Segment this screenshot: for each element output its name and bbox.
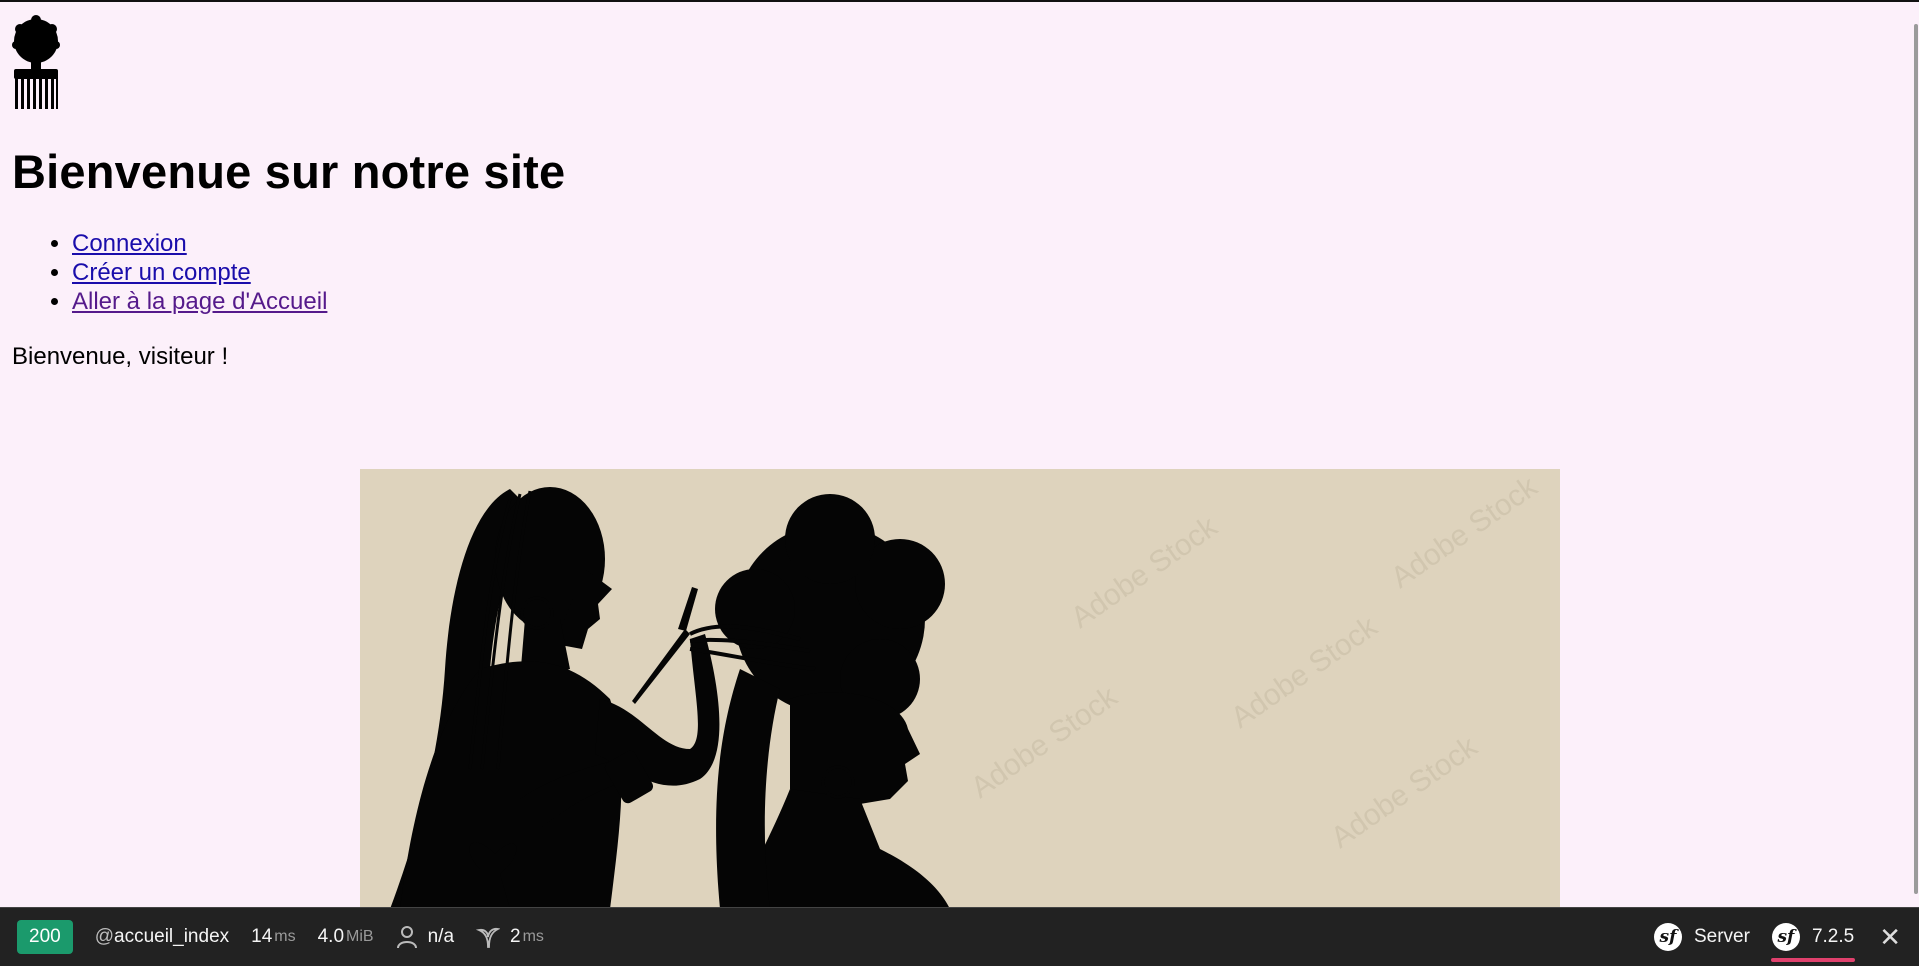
status-item[interactable]: 200	[0, 908, 84, 966]
server-item[interactable]: sf Server	[1643, 908, 1761, 966]
afro-comb-logo	[12, 15, 60, 109]
login-link[interactable]: Connexion	[72, 230, 187, 257]
security-item[interactable]: n/a	[385, 908, 465, 966]
version-value: 7.2.5	[1811, 926, 1855, 947]
svg-text:Adobe Stock: Adobe Stock	[965, 680, 1124, 805]
svg-text:Adobe Stock: Adobe Stock	[1065, 510, 1224, 635]
register-link[interactable]: Créer un compte	[72, 259, 251, 286]
nav-item-register: Créer un compte	[72, 258, 327, 287]
route-name: accueil_index	[114, 926, 230, 947]
time-item[interactable]: 14 ms	[240, 908, 306, 966]
twig-leaf-icon	[476, 927, 501, 948]
svg-text:Adobe Stock: Adobe Stock	[1385, 470, 1544, 595]
user-value: n/a	[427, 926, 455, 947]
nav-item-home: Aller à la page d'Accueil	[72, 287, 327, 316]
server-label: Server	[1693, 926, 1750, 947]
version-indicator	[1770, 958, 1856, 962]
nav-item-connexion: Connexion	[72, 229, 327, 258]
status-badge: 200	[17, 920, 73, 954]
route-prefix: @	[94, 926, 114, 947]
svg-text:Adobe Stock: Adobe Stock	[1325, 730, 1484, 855]
twig-item[interactable]: 2 ms	[465, 908, 555, 966]
user-icon	[396, 926, 417, 949]
scrollbar[interactable]	[1913, 4, 1919, 910]
close-icon[interactable]: ✕	[1865, 922, 1919, 953]
time-value: 14	[251, 926, 273, 947]
memory-unit: MiB	[346, 928, 374, 945]
twig-time-unit: ms	[522, 928, 544, 945]
time-unit: ms	[274, 928, 296, 945]
memory-value: 4.0	[317, 926, 345, 947]
page-title: Bienvenue sur notre site	[12, 145, 566, 198]
nav-list: Connexion Créer un compte Aller à la pag…	[12, 229, 327, 316]
svg-text:Adobe Stock: Adobe Stock	[1225, 610, 1384, 735]
symfony-icon: sf	[1771, 923, 1800, 951]
memory-item[interactable]: 4.0 MiB	[307, 908, 385, 966]
version-item[interactable]: sf 7.2.5	[1761, 908, 1865, 966]
scrollbar-thumb[interactable]	[1914, 24, 1918, 894]
welcome-message: Bienvenue, visiteur !	[12, 343, 229, 370]
debug-toolbar: 200 @ accueil_index 14 ms 4.0 MiB n/a 2 …	[0, 907, 1919, 966]
symfony-icon: sf	[1653, 923, 1682, 951]
twig-time-value: 2	[510, 926, 521, 947]
route-item[interactable]: @ accueil_index	[84, 908, 240, 966]
hero-image: Adobe Stock Adobe Stock Adobe Stock Adob…	[360, 469, 1560, 909]
home-link[interactable]: Aller à la page d'Accueil	[72, 288, 327, 315]
